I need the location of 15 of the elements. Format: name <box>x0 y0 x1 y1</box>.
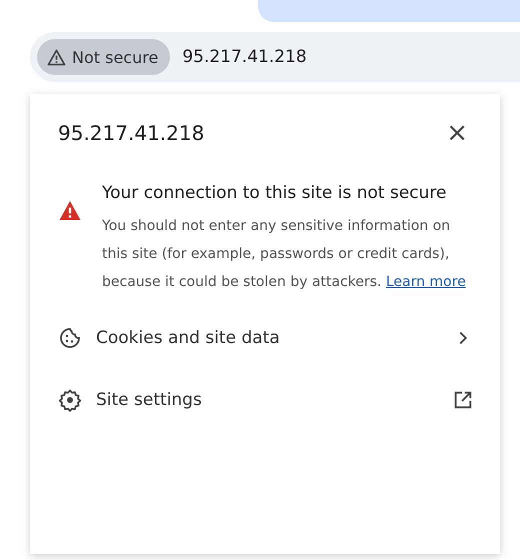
cookie-icon <box>58 326 82 350</box>
warning-heading: Your connection to this site is not secure <box>102 182 448 205</box>
learn-more-link[interactable]: Learn more <box>386 274 466 290</box>
menu-item[interactable]: Site settings <box>58 388 474 412</box>
gear-icon <box>58 388 82 412</box>
menu-item[interactable]: Cookies and site data <box>58 326 474 350</box>
url-text: 95.217.41.218 <box>182 47 307 67</box>
address-bar[interactable]: Not secure 95.217.41.218 <box>30 32 520 82</box>
security-chip[interactable]: Not secure <box>37 39 170 75</box>
external-link-icon <box>452 389 474 411</box>
warning-icon <box>47 48 66 66</box>
close-button[interactable]: × <box>440 118 474 148</box>
warning-text: You should not enter any sensitive information on this site (for example, passwords or credit cards), because it could be stolen by attackers. Learn more <box>102 217 467 292</box>
popup-title: 95.217.41.218 <box>58 121 204 145</box>
warning-icon <box>58 200 82 221</box>
